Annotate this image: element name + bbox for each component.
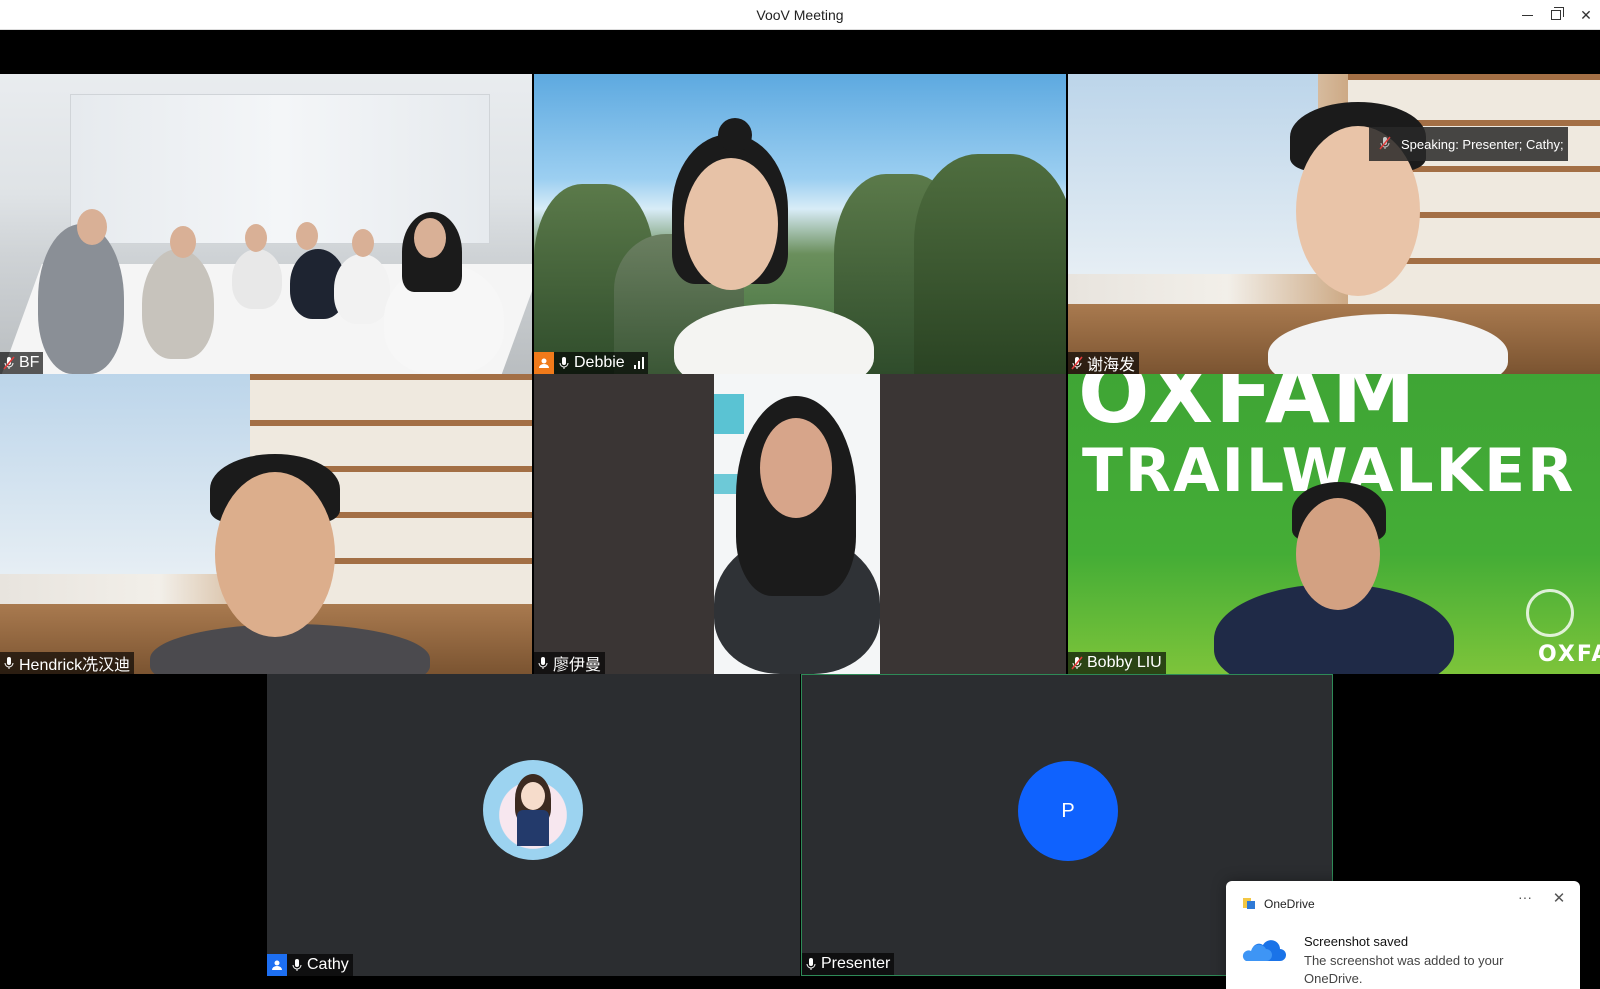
video-tile-liaoyiman[interactable]: 廖伊曼	[534, 374, 1066, 674]
participant-name: Presenter	[821, 955, 891, 972]
video-tile-bobby-liu[interactable]: OXFAM TRAILWALKER OXFAM Bobby LIU	[1068, 374, 1600, 674]
dismiss-notification-button[interactable]: ✕	[1546, 889, 1572, 911]
onedrive-cloud-icon	[1242, 935, 1286, 963]
person-head	[245, 224, 267, 252]
window-background	[1068, 74, 1318, 274]
participant-name: Cathy	[307, 956, 349, 973]
participant-name: Hendrick冼汉迪	[19, 657, 131, 674]
person-head	[1296, 498, 1380, 610]
restore-button[interactable]	[1541, 0, 1571, 30]
mountain-peak	[914, 154, 1066, 374]
mic-icon	[290, 957, 304, 973]
participant-name: BF	[19, 354, 40, 371]
participant-name: 谢海发	[1087, 357, 1136, 374]
minimize-icon	[1521, 14, 1533, 16]
person-head	[352, 229, 374, 257]
person	[232, 249, 282, 309]
mic-icon	[557, 355, 571, 371]
poster-graphic	[714, 474, 738, 494]
name-tag: Presenter	[802, 953, 895, 975]
mic-icon	[536, 655, 550, 671]
mic-muted-icon	[2, 355, 16, 371]
oxfam-banner-text: OXFAM	[1078, 374, 1418, 442]
person	[38, 224, 124, 374]
hair-bun	[718, 118, 752, 152]
person-head	[760, 418, 832, 518]
close-icon: ✕	[1580, 6, 1592, 23]
host-icon	[534, 352, 554, 374]
person-head	[77, 209, 107, 245]
window-background	[0, 374, 250, 574]
close-window-button[interactable]: ✕	[1571, 0, 1600, 30]
name-tag: Debbie	[534, 352, 648, 374]
person-head	[215, 472, 335, 637]
mic-icon	[804, 956, 818, 972]
more-options-button[interactable]: ···	[1510, 889, 1540, 911]
host-icon	[267, 954, 287, 976]
speaker-mic-icon	[1379, 136, 1391, 153]
onedrive-notification[interactable]: OneDrive ··· ✕ Screenshot saved The scre…	[1226, 881, 1580, 989]
name-tag: 廖伊曼	[534, 652, 606, 674]
participant-name: Bobby LIU	[1087, 654, 1162, 671]
onedrive-app-icon	[1242, 896, 1256, 910]
video-tile-bf[interactable]: BF	[0, 74, 532, 374]
cathy-avatar	[483, 760, 583, 860]
mic-icon	[2, 655, 16, 671]
notification-heading: Screenshot saved	[1304, 934, 1409, 949]
mic-muted-icon	[1070, 655, 1084, 671]
person-head	[170, 226, 196, 258]
speaking-text: Speaking: Presenter; Cathy;	[1401, 136, 1564, 152]
person-head	[414, 218, 446, 258]
person	[334, 254, 390, 324]
speaking-indicator: Speaking: Presenter; Cathy;	[1369, 127, 1568, 161]
notification-body: The screenshot was added to your OneDriv…	[1304, 953, 1504, 986]
person-head	[296, 222, 318, 250]
participant-name: Debbie	[574, 354, 625, 371]
name-tag: Bobby LIU	[1068, 652, 1166, 674]
video-tile-cathy[interactable]: Cathy	[267, 674, 800, 976]
portrait-video	[714, 374, 880, 674]
video-tile-xiehaifa[interactable]: 谢海发	[1068, 74, 1600, 374]
network-signal-icon	[633, 357, 644, 369]
participant-name: 廖伊曼	[553, 657, 602, 674]
name-tag: Hendrick冼汉迪	[0, 652, 135, 674]
poster-graphic	[714, 394, 744, 434]
person-head	[684, 158, 778, 290]
name-tag: Cathy	[267, 954, 353, 976]
video-tile-debbie[interactable]: Debbie	[534, 74, 1066, 374]
person	[142, 249, 214, 359]
title-bar: VooV Meeting ✕	[0, 0, 1600, 30]
video-tile-hendrick[interactable]: Hendrick冼汉迪	[0, 374, 532, 674]
presenter-avatar: P	[1018, 761, 1118, 861]
window-title: VooV Meeting	[756, 7, 844, 23]
mic-muted-icon	[1070, 355, 1084, 371]
name-tag: 谢海发	[1068, 352, 1140, 374]
name-tag: BF	[0, 352, 44, 374]
oxfam-logo-icon	[1526, 589, 1574, 637]
video-grid: BF Debbie 谢海发 Hendrick冼汉迪 廖伊曼 OXFAM TRAI…	[0, 30, 1600, 989]
notification-app-name: OneDrive	[1264, 897, 1315, 911]
minimize-button[interactable]	[1512, 0, 1542, 30]
restore-icon	[1551, 7, 1564, 20]
oxfam-corner-text: OXFAM	[1538, 642, 1600, 667]
